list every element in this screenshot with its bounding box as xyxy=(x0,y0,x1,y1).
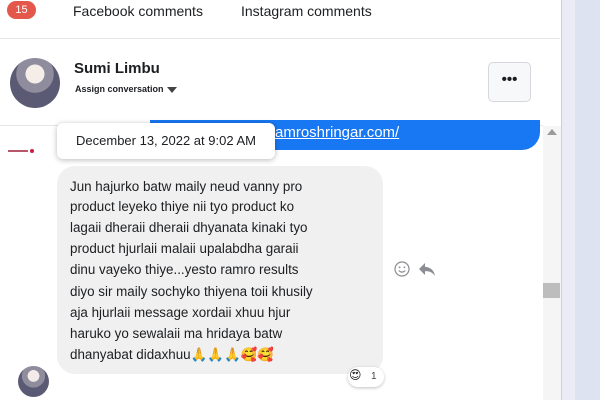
side-panel-border xyxy=(561,0,562,400)
message-line: dhanyabat didaxhuu🙏🙏🙏🥰🥰 xyxy=(70,347,274,362)
smiley-icon[interactable] xyxy=(394,261,410,277)
page-logo xyxy=(8,149,34,153)
tab-facebook-comments[interactable]: Facebook comments xyxy=(73,3,203,19)
timestamp-tooltip: December 13, 2022 at 9:02 AM xyxy=(57,123,275,159)
divider xyxy=(0,38,560,39)
message-line: dinu vayeko thiye...yesto ramro results xyxy=(70,262,299,277)
assign-conversation-label[interactable]: Assign conversation xyxy=(75,84,164,94)
message-line: diyo sir maily sochyko thiyena toii khus… xyxy=(70,284,313,299)
reaction-count: 1 xyxy=(371,371,377,382)
message-link[interactable]: amroshringar.com/ xyxy=(275,124,399,141)
more-options-button[interactable]: ••• xyxy=(488,62,531,102)
message-line: aja hjurlaii message xordaii xhuu hjur xyxy=(70,305,291,320)
message-line: Jun hajurko batw maily neud vanny pro xyxy=(70,179,303,194)
logo-bar xyxy=(8,150,28,152)
tab-instagram-comments[interactable]: Instagram comments xyxy=(241,3,372,19)
contact-name[interactable]: Sumi Limbu xyxy=(74,60,160,77)
scroll-up-icon[interactable] xyxy=(547,129,557,135)
message-line: product leyeko thiye nii tyo product ko xyxy=(70,199,295,214)
side-panel-inner xyxy=(575,0,600,400)
scrollbar-thumb[interactable] xyxy=(543,283,560,298)
message-line: haruko yo sewalaii ma hridaya batw xyxy=(70,326,283,341)
message-line: product hjurlaii malaii upalabdha garaii xyxy=(70,241,299,256)
message-line: lagaii dheraii dheraii dhyanata kinaki t… xyxy=(70,220,308,235)
reaction-emoji: 😍 xyxy=(349,368,362,382)
tab-bar: 15 Facebook comments Instagram comments xyxy=(0,0,560,24)
reply-icon[interactable] xyxy=(418,262,436,277)
caret-down-icon[interactable] xyxy=(167,87,177,93)
conversation-header: Sumi Limbu Assign conversation ••• xyxy=(0,40,560,125)
notification-badge: 15 xyxy=(7,1,36,19)
avatar[interactable] xyxy=(10,58,60,108)
sender-avatar[interactable] xyxy=(18,366,49,397)
logo-dot xyxy=(30,149,34,153)
scrollbar-track[interactable] xyxy=(543,126,561,400)
